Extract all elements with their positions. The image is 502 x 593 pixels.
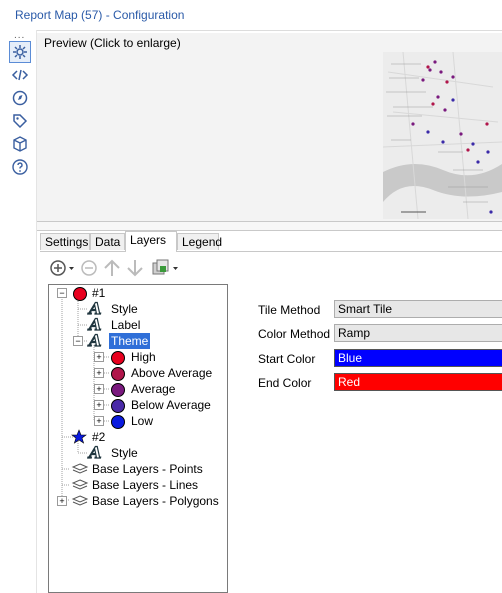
tile-method-select[interactable]: Smart Tile	[334, 300, 502, 318]
tab-layers[interactable]: Layers	[125, 231, 177, 252]
start-color-label: Start Color	[258, 352, 316, 366]
expand-toggle-low[interactable]: +	[94, 416, 104, 426]
tab-divider	[40, 251, 502, 252]
tile-method-label: Tile Method	[258, 303, 321, 317]
layers-tree[interactable]: − #1 A Style A Label − A Theme + High + …	[48, 284, 228, 593]
below-average-color-circle-icon	[111, 399, 125, 413]
help-icon[interactable]	[10, 157, 30, 177]
map-preview-image[interactable]	[383, 52, 502, 219]
red-circle-icon	[73, 287, 87, 301]
tree-item-average[interactable]: Average	[131, 381, 175, 397]
gear-icon[interactable]	[9, 41, 31, 63]
style-a-icon: A	[88, 443, 102, 462]
preview-panel[interactable]: Preview (Click to enlarge)	[37, 33, 502, 221]
tab-settings[interactable]: Settings	[40, 233, 90, 250]
tag-icon[interactable]	[10, 111, 30, 131]
sidebar-overflow-dots[interactable]: ...	[14, 30, 25, 41]
layers-stack-icon	[71, 478, 89, 495]
above-average-color-circle-icon	[111, 367, 125, 381]
layers-stack-icon	[71, 494, 89, 511]
color-method-select[interactable]: Ramp	[334, 324, 502, 342]
expand-toggle-base-polygons[interactable]: +	[57, 496, 67, 506]
tree-item-layer1-style[interactable]: Style	[111, 301, 138, 317]
tab-data[interactable]: Data	[90, 233, 125, 250]
tree-item-base-polygons[interactable]: Base Layers - Polygons	[92, 493, 219, 509]
add-layer-icon[interactable]	[48, 257, 76, 279]
collapse-toggle-theme[interactable]: −	[73, 336, 83, 346]
high-color-circle-icon	[111, 351, 125, 365]
cube-icon[interactable]	[10, 134, 30, 154]
title-bar: Report Map (57) - Configuration	[0, 0, 502, 31]
move-up-icon[interactable]	[102, 257, 122, 279]
tree-item-theme[interactable]: Theme	[109, 333, 151, 349]
start-color-picker[interactable]: Blue	[334, 349, 502, 367]
tree-item-layer1-label[interactable]: Label	[111, 317, 140, 333]
layers-stack-icon	[71, 462, 89, 479]
tree-item-below-average[interactable]: Below Average	[131, 397, 211, 413]
splitter-bar[interactable]	[37, 221, 502, 231]
end-color-picker[interactable]: Red	[334, 373, 502, 391]
remove-layer-icon[interactable]	[79, 257, 99, 279]
end-color-label: End Color	[258, 376, 312, 390]
tree-item-high[interactable]: High	[131, 349, 156, 365]
sidebar: ...	[0, 30, 37, 593]
color-method-label: Color Method	[258, 327, 331, 341]
layer-options-icon[interactable]	[150, 257, 180, 279]
collapse-toggle-layer1[interactable]: −	[57, 288, 67, 298]
expand-toggle-high[interactable]: +	[94, 352, 104, 362]
tab-legend[interactable]: Legend	[177, 233, 222, 250]
low-color-circle-icon	[111, 415, 125, 429]
tree-item-layer2-style[interactable]: Style	[111, 445, 138, 461]
tree-item-base-points[interactable]: Base Layers - Points	[92, 461, 203, 477]
window-title: Report Map (57) - Configuration	[15, 8, 185, 22]
tree-item-low[interactable]: Low	[131, 413, 153, 429]
expand-toggle-above-average[interactable]: +	[94, 368, 104, 378]
compass-icon[interactable]	[10, 88, 30, 108]
expand-toggle-below-average[interactable]: +	[94, 400, 104, 410]
tree-item-above-average[interactable]: Above Average	[131, 365, 212, 381]
average-color-circle-icon	[111, 383, 125, 397]
move-down-icon[interactable]	[125, 257, 145, 279]
theme-a-icon: A	[88, 331, 102, 350]
expand-toggle-average[interactable]: +	[94, 384, 104, 394]
preview-label: Preview (Click to enlarge)	[44, 36, 181, 50]
blue-star-icon	[71, 429, 87, 448]
code-icon[interactable]	[10, 65, 30, 85]
tree-item-base-lines[interactable]: Base Layers - Lines	[92, 477, 198, 493]
